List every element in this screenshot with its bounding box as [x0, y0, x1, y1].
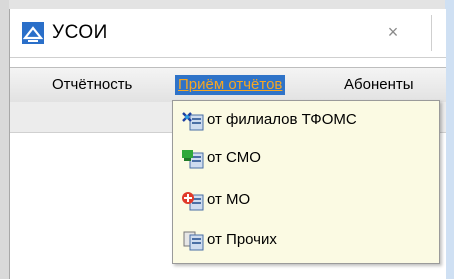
dropdown-item-tfoms[interactable]: от филиалов ТФОМС — [177, 105, 435, 137]
background-left — [0, 0, 9, 279]
menu-bar: Отчётность Приём отчётов Абоненты — [10, 67, 446, 103]
dropdown-item-label: от Прочих — [207, 231, 277, 248]
tfoms-branches-icon — [182, 112, 204, 131]
app-logo-icon — [22, 22, 44, 44]
receive-reports-dropdown: от филиалов ТФОМС от СМО от МО от Прочих — [172, 100, 440, 264]
menu-reports[interactable]: Отчётность — [52, 75, 132, 95]
dropdown-item-label: от филиалов ТФОМС — [207, 111, 357, 128]
background-top — [0, 0, 454, 9]
menu-subscribers[interactable]: Абоненты — [344, 75, 414, 95]
background-right — [445, 0, 454, 279]
window-title: УСОИ — [52, 22, 108, 43]
dropdown-item-label: от СМО — [207, 149, 261, 166]
divider — [431, 15, 432, 51]
dropdown-item-smo[interactable]: от СМО — [177, 143, 435, 175]
others-icon — [183, 231, 204, 251]
dropdown-item-others[interactable]: от Прочих — [177, 225, 435, 257]
menu-receive-reports[interactable]: Приём отчётов — [175, 75, 286, 95]
dropdown-item-label: от МО — [207, 191, 251, 208]
mo-icon — [182, 192, 204, 211]
dropdown-item-mo[interactable]: от МО — [177, 185, 435, 217]
title-bar: УСОИ × — [10, 9, 446, 58]
smo-icon — [182, 150, 204, 169]
close-button[interactable]: × — [384, 23, 402, 41]
